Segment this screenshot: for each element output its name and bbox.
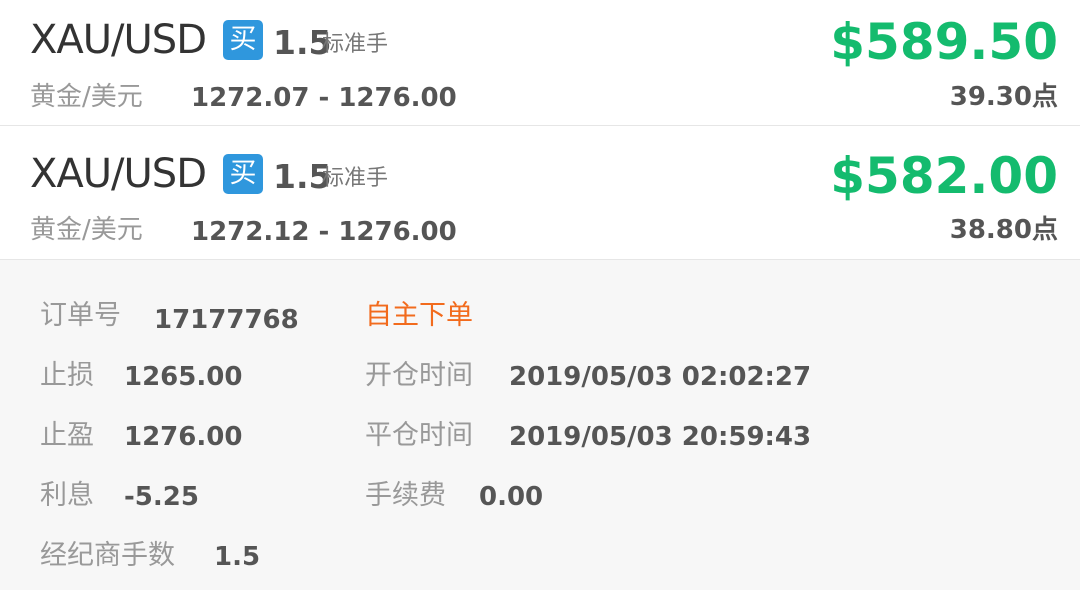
trade-symbol: XAU/USD (30, 151, 207, 197)
order-type-label: 自主下单 (365, 300, 473, 331)
interest-value: -5.25 (124, 482, 199, 512)
open-time-label: 开仓时间 (365, 360, 473, 391)
interest-label: 利息 (40, 480, 94, 511)
stop-loss-label: 止损 (40, 360, 94, 391)
trade-name-cn: 黄金/美元 (30, 215, 143, 245)
trade-price-range: 1272.12 - 1276.00 (191, 217, 457, 247)
take-profit-label: 止盈 (40, 420, 94, 451)
trade-profit: $582.00 (830, 147, 1058, 205)
close-time-value: 2019/05/03 20:59:43 (509, 422, 812, 452)
order-number-value: 17177768 (154, 305, 299, 335)
lots-unit-label: 标准手 (322, 166, 389, 191)
broker-lots-value: 1.5 (214, 542, 261, 572)
close-time-label: 平仓时间 (365, 420, 473, 451)
trade-points: 39.30点 (949, 82, 1058, 112)
trade-price-range: 1272.07 - 1276.00 (191, 83, 457, 113)
trade-row-2[interactable]: XAU/USD 买 1.5 标准手 $582.00 黄金/美元 1272.12 … (0, 126, 1080, 260)
take-profit-value: 1276.00 (124, 422, 243, 452)
trade-name-cn: 黄金/美元 (30, 82, 143, 112)
trade-row-1[interactable]: XAU/USD 买 1.5 标准手 $589.50 黄金/美元 1272.07 … (0, 0, 1080, 126)
broker-lots-label: 经纪商手数 (40, 540, 175, 571)
trade-points: 38.80点 (949, 215, 1058, 245)
lots-unit-label: 标准手 (322, 32, 389, 57)
trade-symbol: XAU/USD (30, 17, 207, 63)
buy-direction-badge: 买 (223, 20, 263, 60)
stop-loss-value: 1265.00 (124, 362, 243, 392)
fee-value: 0.00 (479, 482, 544, 512)
open-time-value: 2019/05/03 02:02:27 (509, 362, 812, 392)
order-number-label: 订单号 (40, 300, 121, 331)
fee-label: 手续费 (365, 480, 446, 511)
trade-profit: $589.50 (830, 13, 1058, 71)
trade-details-panel: 订单号 17177768 自主下单 止损 1265.00 开仓时间 2019/0… (0, 260, 1080, 590)
buy-direction-badge: 买 (223, 154, 263, 194)
